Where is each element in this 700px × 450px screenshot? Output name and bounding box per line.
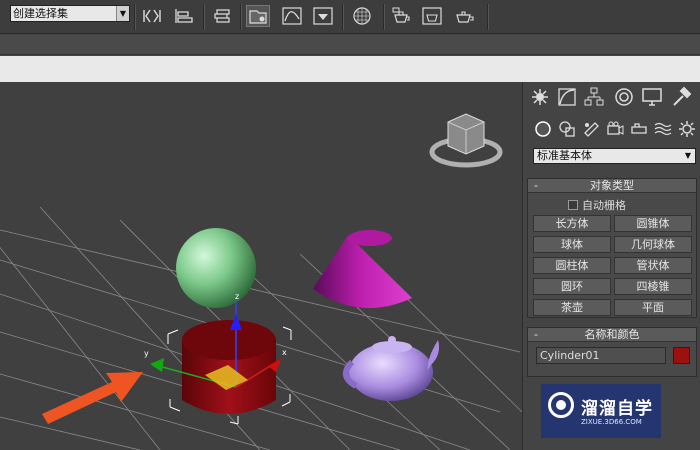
name-and-color-title: 名称和颜色 bbox=[584, 328, 640, 341]
toolbar-separator bbox=[342, 4, 344, 30]
autogrid-label: 自动栅格 bbox=[582, 199, 626, 212]
modify-icon[interactable] bbox=[556, 86, 578, 108]
sphere-button[interactable]: 球体 bbox=[533, 236, 611, 253]
name-and-color-rollout: - 名称和颜色 Cylinder01 bbox=[527, 327, 697, 377]
chevron-down-icon[interactable]: ▼ bbox=[682, 149, 694, 163]
gizmo-x-label: x bbox=[282, 348, 287, 357]
render-icon[interactable] bbox=[452, 5, 476, 27]
home-grid bbox=[0, 206, 522, 450]
toolbar-separator bbox=[203, 4, 205, 30]
cameras-icon[interactable] bbox=[605, 119, 625, 139]
motion-icon[interactable] bbox=[613, 86, 635, 108]
main-toolbar: 创建选择集 ▼ bbox=[0, 0, 700, 34]
object-category-value: 标准基本体 bbox=[537, 149, 592, 162]
named-selection-set-dropdown[interactable]: 创建选择集 ▼ bbox=[10, 5, 130, 22]
autogrid-checkbox[interactable]: 自动栅格 bbox=[568, 197, 626, 213]
cone-object[interactable] bbox=[313, 230, 412, 309]
torus-button[interactable]: 圆环 bbox=[533, 278, 611, 295]
plane-button[interactable]: 平面 bbox=[614, 299, 692, 316]
name-and-color-header[interactable]: - 名称和颜色 bbox=[528, 328, 696, 342]
pyramid-button[interactable]: 四棱锥 bbox=[614, 278, 692, 295]
object-name-field[interactable]: Cylinder01 bbox=[536, 347, 666, 364]
tube-button[interactable]: 管状体 bbox=[614, 257, 692, 274]
lights-icon[interactable] bbox=[581, 119, 601, 139]
utilities-icon[interactable] bbox=[670, 86, 692, 108]
checkbox-icon[interactable] bbox=[568, 200, 578, 210]
watermark: 溜溜自学 ZIXUE.3D66.COM bbox=[541, 384, 661, 438]
scene-explorer-icon[interactable] bbox=[246, 5, 270, 27]
layer-manager-icon[interactable] bbox=[210, 5, 234, 27]
annotation-arrow-icon bbox=[42, 372, 143, 424]
collapse-icon[interactable]: - bbox=[534, 179, 538, 193]
object-color-swatch[interactable] bbox=[673, 347, 690, 364]
schematic-view-icon[interactable] bbox=[311, 5, 335, 27]
geosphere-button[interactable]: 几何球体 bbox=[614, 236, 692, 253]
toolbar-separator bbox=[134, 4, 136, 30]
watermark-url: ZIXUE.3D66.COM bbox=[581, 418, 642, 426]
systems-icon[interactable] bbox=[677, 119, 697, 139]
gizmo-z-label: z bbox=[235, 292, 239, 301]
shapes-icon[interactable] bbox=[557, 119, 577, 139]
selection-set-value: 创建选择集 bbox=[13, 7, 68, 20]
chevron-down-icon[interactable]: ▼ bbox=[116, 6, 129, 21]
toolbar-separator bbox=[383, 4, 385, 30]
align-icon[interactable] bbox=[172, 5, 196, 27]
mirror-icon[interactable] bbox=[140, 5, 164, 27]
object-type-title: 对象类型 bbox=[590, 179, 634, 192]
teapot-object[interactable] bbox=[343, 336, 440, 401]
toolbar-separator bbox=[487, 4, 489, 30]
hierarchy-icon[interactable] bbox=[583, 86, 605, 108]
gizmo-y-label: y bbox=[144, 349, 149, 358]
render-setup-icon[interactable] bbox=[389, 5, 413, 27]
sphere-object[interactable] bbox=[176, 228, 256, 308]
cylinder-button[interactable]: 圆柱体 bbox=[533, 257, 611, 274]
helpers-icon[interactable] bbox=[629, 119, 649, 139]
viewport-label-band bbox=[0, 56, 700, 82]
watermark-title: 溜溜自学 bbox=[581, 399, 653, 419]
cone-button[interactable]: 圆锥体 bbox=[614, 215, 692, 232]
rendered-frame-icon[interactable] bbox=[420, 5, 444, 27]
collapse-icon[interactable]: - bbox=[534, 328, 538, 342]
material-editor-icon[interactable] bbox=[350, 5, 374, 27]
geometry-icon[interactable] bbox=[533, 119, 553, 139]
viewcube-icon[interactable] bbox=[429, 113, 503, 168]
object-type-rollout: - 对象类型 自动栅格 长方体 圆锥体 球体 几何球体 圆柱体 管状体 圆环 四… bbox=[527, 178, 697, 318]
object-category-dropdown[interactable]: 标准基本体 ▼ bbox=[533, 148, 696, 164]
teapot-button[interactable]: 茶壶 bbox=[533, 299, 611, 316]
perspective-viewport[interactable]: z y x bbox=[0, 82, 522, 450]
curve-editor-icon[interactable] bbox=[280, 5, 304, 27]
display-icon[interactable] bbox=[641, 86, 663, 108]
space-warps-icon[interactable] bbox=[653, 119, 673, 139]
create-icon[interactable] bbox=[529, 86, 551, 108]
box-button[interactable]: 长方体 bbox=[533, 215, 611, 232]
ribbon-band bbox=[0, 35, 700, 55]
toolbar-separator bbox=[240, 4, 242, 30]
object-type-header[interactable]: - 对象类型 bbox=[528, 179, 696, 193]
watermark-logo-icon bbox=[548, 392, 574, 418]
